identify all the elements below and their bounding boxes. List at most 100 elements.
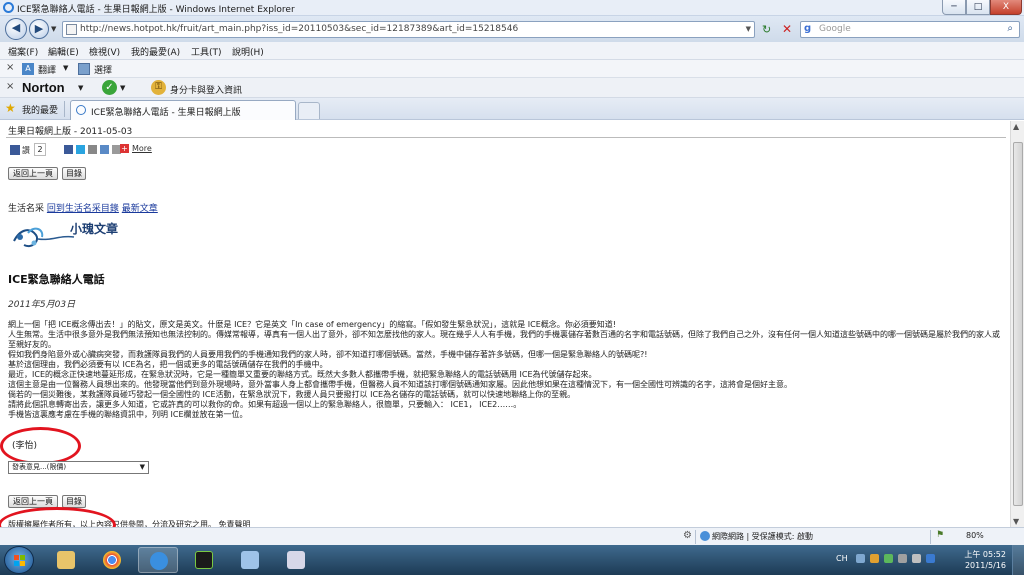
select-icon[interactable] xyxy=(78,63,90,75)
facebook-share-icon[interactable] xyxy=(64,145,73,154)
translate-button[interactable]: 翻譯 xyxy=(38,63,56,76)
ime-indicator[interactable]: CH xyxy=(836,554,848,563)
window-icon xyxy=(241,551,259,569)
menu-bar: 檔案(F) 編輯(E) 檢視(V) 我的最愛(A) 工具(T) 說明(H) xyxy=(0,42,1024,60)
logo-text: 小瑰文章 xyxy=(70,222,119,236)
email-icon[interactable] xyxy=(88,145,97,154)
taskbar-paint[interactable] xyxy=(276,547,316,573)
google-icon: g xyxy=(804,23,812,34)
like-count: 2 xyxy=(34,143,46,156)
volume-icon[interactable] xyxy=(912,554,921,563)
article-date: 2011年5月03日 xyxy=(8,300,76,310)
minimize-button[interactable]: ─ xyxy=(942,0,966,15)
comment-select[interactable]: 發表意見...(限價) ▼ xyxy=(8,461,149,474)
identity-menu[interactable]: 身分卡與登入資訊 xyxy=(170,83,242,96)
tab-label[interactable]: ICE緊急聯絡人電話 - 生果日報網上版 xyxy=(91,105,241,118)
tray-icon[interactable] xyxy=(870,554,879,563)
ie-icon xyxy=(3,2,14,13)
share-icon[interactable] xyxy=(100,145,109,154)
taskbar-app-e[interactable] xyxy=(184,547,224,573)
address-url[interactable]: http://news.hotpot.hk/fruit/art_main.php… xyxy=(80,24,518,34)
category-bar: 生活名采 回到生活名采目錄 最新文章 xyxy=(8,201,158,214)
close-toolbar-icon[interactable]: × xyxy=(6,81,14,92)
like-label[interactable]: 讚 xyxy=(22,145,30,156)
divider xyxy=(930,530,931,544)
protected-mode-icon[interactable]: ⚑ xyxy=(936,530,944,540)
stop-icon[interactable]: ✕ xyxy=(782,22,792,36)
highlight-circle xyxy=(0,507,116,527)
menu-edit[interactable]: 編輯(E) xyxy=(48,45,79,58)
paint-icon xyxy=(287,551,305,569)
highlight-circle xyxy=(0,427,81,465)
address-bar[interactable]: http://news.hotpot.hk/fruit/art_main.php… xyxy=(62,21,755,38)
search-input[interactable]: Google xyxy=(819,24,851,34)
maximize-button[interactable]: □ xyxy=(966,0,990,15)
menu-view[interactable]: 檢視(V) xyxy=(89,45,120,58)
security-zone[interactable]: 網際網路 | 受保護模式: 啟動 xyxy=(712,531,813,542)
favorites-button[interactable]: 我的最愛 xyxy=(22,103,58,116)
back-page-button-bottom[interactable]: 返回上一頁 xyxy=(8,495,58,508)
address-dropdown-icon[interactable]: ▼ xyxy=(746,25,751,33)
more-share-link[interactable]: More xyxy=(132,144,152,153)
new-tab-button[interactable] xyxy=(298,102,320,119)
paragraph: 請將此個訊息轉寄出去，讓更多人知道，它或許真的可以救你的命。如果有超過一個以上的… xyxy=(8,400,522,409)
favorites-tab-row: ★ 我的最愛 ICE緊急聯絡人電話 - 生果日報網上版 xyxy=(0,98,1024,120)
forward-icon: ▶ xyxy=(34,22,44,35)
norton-check-icon[interactable]: ✓ xyxy=(102,80,117,95)
star-icon[interactable]: ★ xyxy=(5,101,16,115)
back-page-button[interactable]: 返回上一頁 xyxy=(8,167,58,180)
chrome-icon xyxy=(103,551,121,569)
taskbar: CH 上午 05:52 2011/5/16 xyxy=(0,545,1024,575)
lock-icon[interactable]: ⚿ xyxy=(151,80,166,95)
addon-icon[interactable]: ⚙ xyxy=(683,530,692,541)
tab-active[interactable]: ICE緊急聯絡人電話 - 生果日報網上版 xyxy=(70,100,296,120)
translate-icon[interactable]: A xyxy=(22,63,34,75)
history-dropdown[interactable]: ▼ xyxy=(51,25,56,33)
menu-tools[interactable]: 工具(T) xyxy=(191,45,222,58)
taskbar-ie[interactable] xyxy=(138,547,178,573)
category-back-link[interactable]: 回到生活名采目錄 xyxy=(47,204,119,214)
toc-button-bottom[interactable]: 目錄 xyxy=(62,495,86,508)
tray-icon[interactable] xyxy=(856,554,865,563)
start-orb-icon[interactable] xyxy=(4,546,34,574)
zoom-level[interactable]: 80% xyxy=(966,531,984,540)
taskbar-app-window[interactable] xyxy=(230,547,270,573)
latest-articles-link[interactable]: 最新文章 xyxy=(122,204,158,214)
category-label: 生活名采 xyxy=(8,204,45,214)
paragraph: 最近，ICE的概念正快速地蔓延形成，在緊急狀況時，它是一種簡單又重要的聯絡方式。… xyxy=(8,370,597,379)
vertical-scrollbar[interactable]: ▲ ▼ xyxy=(1010,121,1024,527)
norton-logo[interactable]: Norton xyxy=(22,80,65,95)
refresh-icon[interactable]: ↻ xyxy=(762,23,771,36)
back-button[interactable]: ◀ xyxy=(5,18,27,40)
forward-button[interactable]: ▶ xyxy=(29,19,49,39)
norton-toolbar: × Norton ▼ ✓ ▼ ⚿ 身分卡與登入資訊 xyxy=(0,78,1024,98)
menu-help[interactable]: 說明(H) xyxy=(232,45,264,58)
check-dropdown-icon[interactable]: ▼ xyxy=(120,84,125,92)
taskbar-explorer[interactable] xyxy=(46,547,86,573)
plus-icon[interactable]: + xyxy=(120,144,129,153)
scroll-down-icon[interactable]: ▼ xyxy=(1013,517,1019,526)
translate-dropdown-icon[interactable]: ▼ xyxy=(63,64,68,72)
tray-icon[interactable] xyxy=(884,554,893,563)
chevron-down-icon[interactable]: ▼ xyxy=(140,462,145,473)
windows-logo-icon xyxy=(14,555,25,566)
show-desktop-button[interactable] xyxy=(1012,545,1024,575)
select-button[interactable]: 選擇 xyxy=(94,63,112,76)
search-icon[interactable]: ⌕ xyxy=(1007,23,1013,34)
menu-favorites[interactable]: 我的最愛(A) xyxy=(131,45,180,58)
scroll-up-icon[interactable]: ▲ xyxy=(1013,122,1019,131)
close-button[interactable]: X xyxy=(990,0,1022,15)
tray-icon[interactable] xyxy=(926,554,935,563)
network-icon[interactable] xyxy=(898,554,907,563)
scroll-thumb[interactable] xyxy=(1013,142,1023,506)
search-box[interactable]: g Google ⌕ xyxy=(800,21,1020,38)
clock[interactable]: 上午 05:52 2011/5/16 xyxy=(956,549,1006,571)
toc-button[interactable]: 目錄 xyxy=(62,167,86,180)
norton-dropdown-icon[interactable]: ▼ xyxy=(78,84,83,92)
twitter-icon[interactable] xyxy=(76,145,85,154)
facebook-icon[interactable] xyxy=(10,145,20,155)
back-icon: ◀ xyxy=(11,21,21,34)
taskbar-chrome[interactable] xyxy=(92,547,132,573)
menu-file[interactable]: 檔案(F) xyxy=(8,45,38,58)
close-toolbar-icon[interactable]: × xyxy=(6,62,14,73)
